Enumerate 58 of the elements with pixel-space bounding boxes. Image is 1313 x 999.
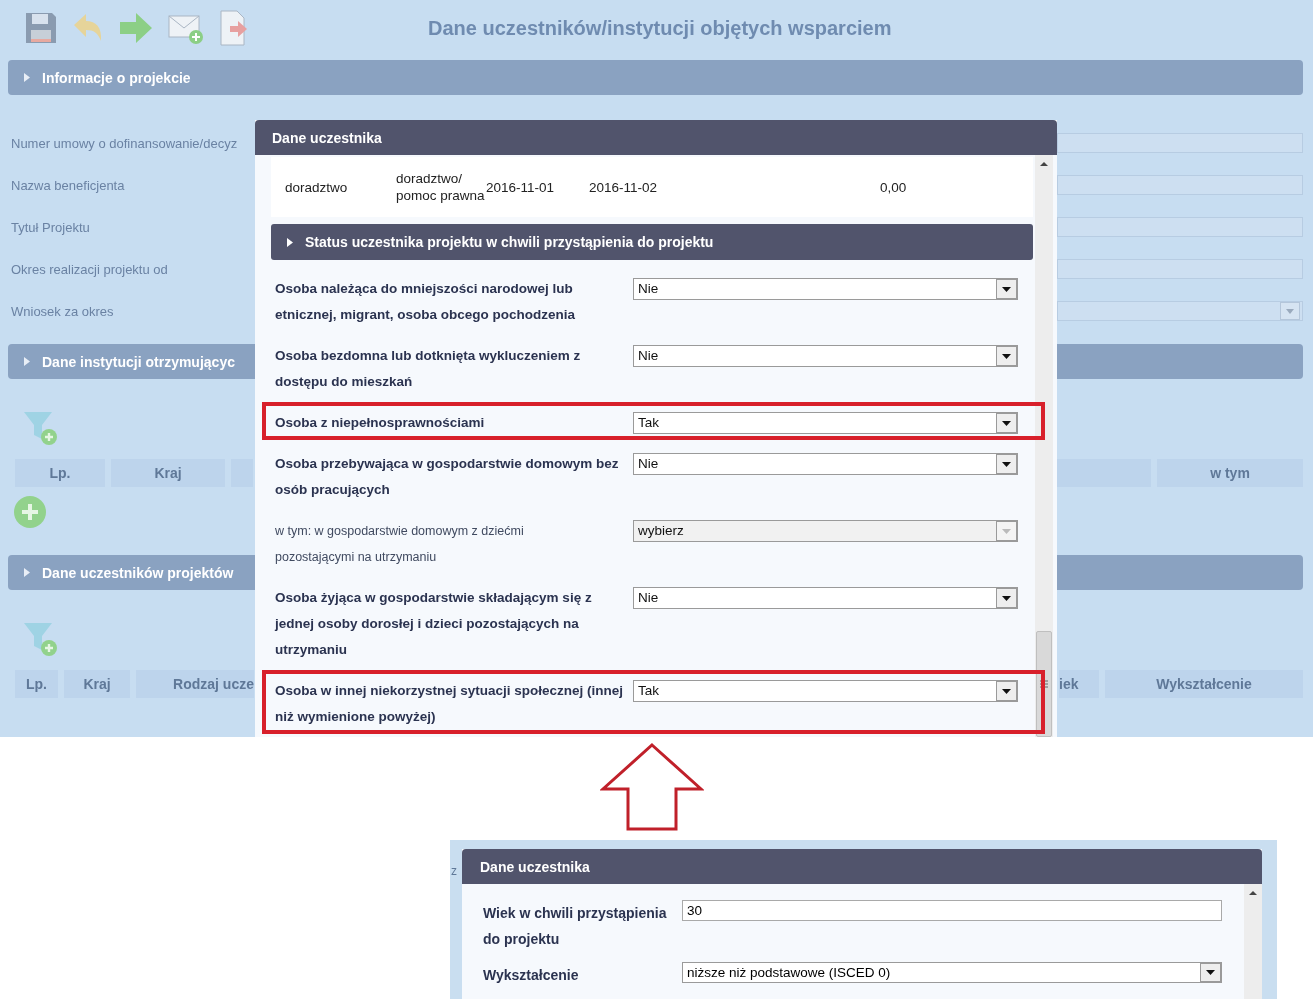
field-label: Okres realizacji projektu od — [11, 261, 169, 277]
scrollbar[interactable] — [1244, 884, 1262, 999]
column-header: iek — [1059, 670, 1099, 698]
input-field[interactable] — [1057, 217, 1303, 237]
dropdown[interactable]: Tak — [633, 680, 1018, 702]
field-label: w tym: w gospodarstwie domowym z dziećmi pozostającymi na utrzymaniu — [275, 523, 525, 566]
field-label: Wykształcenie — [483, 966, 580, 985]
grip-icon — [1039, 679, 1049, 689]
caret-icon — [24, 568, 30, 577]
section-header[interactable]: Status uczestnika projektu w chwili przystąpienia do projektu — [271, 224, 1033, 260]
dropdown[interactable]: Tak — [633, 412, 1018, 434]
dialog-title: Dane uczestnika — [255, 120, 1057, 155]
column-header: Rodzaj ucze — [136, 670, 254, 698]
table-cell-text: 0,00 — [880, 179, 908, 195]
field-label: Osoba bezdomna lub dotknięta wykluczeniem z dostępu do mieszkań — [275, 347, 582, 391]
field-label: Wniosek za okres — [11, 303, 115, 319]
dropdown[interactable]: Nie — [633, 587, 1018, 609]
column-header: Lp. — [15, 670, 58, 698]
column-header: Kraj — [64, 670, 130, 698]
forward-arrow-icon[interactable] — [118, 11, 154, 45]
field-label: Osoba należąca do mniejszości narodowej lub etnicznej, migrant, osoba obcego pochodzenia — [275, 280, 577, 324]
input-field[interactable]: 30 — [682, 900, 1222, 921]
dropdown[interactable]: Nie — [633, 278, 1018, 300]
filter-add-icon[interactable] — [22, 620, 60, 658]
dialog-title: Dane uczestnika — [462, 849, 1262, 884]
page-title: Dane uczestników/instytucji objętych wsparciem — [428, 16, 892, 40]
input-field[interactable] — [1057, 175, 1303, 195]
add-icon[interactable] — [13, 495, 47, 529]
table-cell: doradztwo/ pomoc prawna — [396, 170, 486, 204]
column-header: Lp. — [15, 459, 105, 487]
input-field[interactable] — [1057, 259, 1303, 279]
save-icon[interactable] — [24, 11, 58, 45]
table-cell-text: 2016-11-02 — [589, 179, 659, 195]
input-field[interactable] — [1057, 133, 1303, 153]
dropdown[interactable]: niższe niż podstawowe (ISCED 0) — [682, 962, 1222, 983]
column-header: w tym — [1157, 459, 1303, 487]
field-label: Osoba z niepełnosprawnościami — [275, 414, 486, 432]
table-cell-text: doradztwo — [285, 179, 349, 195]
dropdown[interactable]: Nie — [633, 453, 1018, 475]
up-arrow-icon — [600, 743, 704, 831]
field-label: Osoba żyjąca w gospodarstwie składającym się z jednej osoby dorosłej i dzieci pozostających na utrzymaniu — [275, 589, 593, 659]
table-cell-text: 2016-11-01 — [486, 179, 556, 195]
field-label: Osoba w innej niekorzystnej sytuacji społecznej (innej niż wymienione powyżej) — [275, 682, 625, 726]
caret-icon — [287, 237, 293, 247]
field-label: Tytuł Projektu — [11, 219, 91, 235]
field-label: Numer umowy o dofinansowanie/decyz — [11, 135, 239, 151]
column-header: Kraj — [111, 459, 225, 487]
field-label: Wiek w chwili przystąpienia do projektu — [483, 904, 668, 949]
field-label: Osoba przebywająca w gospodarstwie domowym bez osób pracujących — [275, 455, 620, 499]
field-label: Nazwa beneficjenta — [11, 177, 126, 193]
column-header: Wykształcenie — [1105, 670, 1303, 698]
dropdown[interactable]: Nie — [633, 345, 1018, 367]
scrollbar[interactable] — [1035, 155, 1053, 737]
input-field[interactable] — [1057, 301, 1303, 321]
filter-add-icon[interactable] — [22, 409, 60, 447]
caret-icon — [24, 357, 30, 366]
caret-icon — [24, 73, 30, 82]
text-fragment: z — [451, 864, 457, 878]
